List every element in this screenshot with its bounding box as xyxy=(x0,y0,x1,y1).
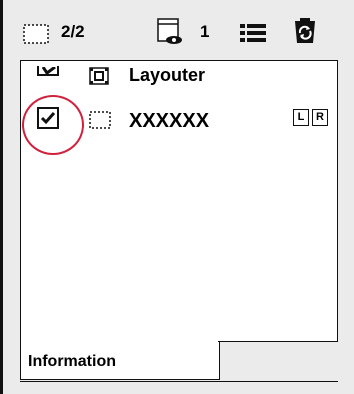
tab-divider xyxy=(218,341,338,342)
layer-count: 2/2 xyxy=(61,22,85,41)
list-icon[interactable] xyxy=(240,23,266,48)
tab-label: Information xyxy=(28,353,116,370)
highlight-annotation xyxy=(22,95,84,155)
sync-icon[interactable] xyxy=(294,18,316,49)
visible-count: 1 xyxy=(200,22,210,41)
layer-row[interactable]: Layouter xyxy=(21,61,337,95)
layer-name[interactable]: XXXXXX xyxy=(129,110,209,133)
layer-name[interactable]: Layouter xyxy=(129,65,205,86)
layer-frame-icon[interactable] xyxy=(23,24,49,49)
visible-layer-icon[interactable] xyxy=(157,18,189,51)
visibility-checkbox[interactable] xyxy=(37,66,59,76)
window-edge xyxy=(0,0,3,394)
layouter-icon xyxy=(89,67,109,90)
left-page-badge: L xyxy=(293,109,309,126)
tab-information[interactable]: Information xyxy=(20,341,220,380)
raster-layer-icon xyxy=(89,111,111,134)
right-page-badge: R xyxy=(312,109,328,126)
toolbar: 2/2 1 xyxy=(3,0,354,56)
tab-bar: Information xyxy=(20,341,338,381)
